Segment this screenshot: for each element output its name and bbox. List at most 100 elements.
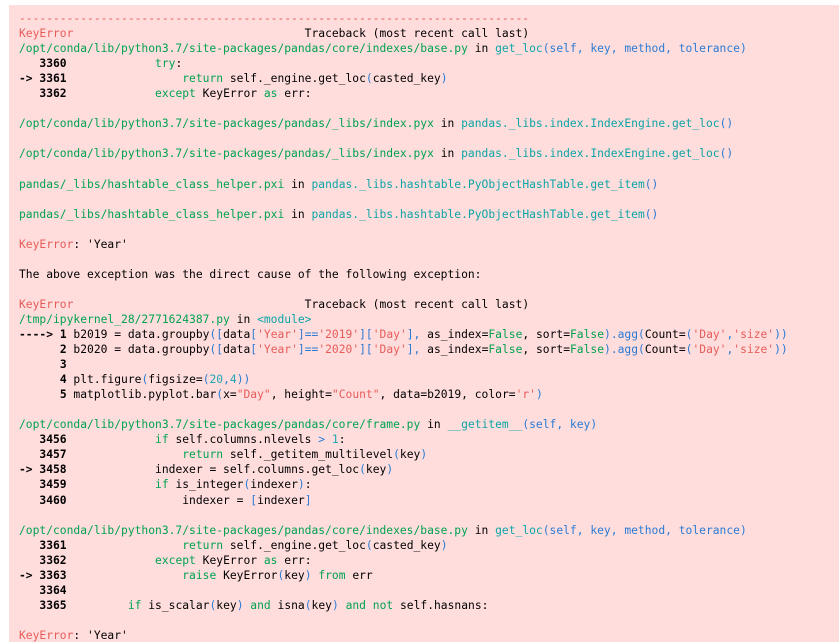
frame-function-name: get_loc [495,42,543,56]
paren-close: ) [440,72,448,86]
string-day-2: 'Day' [692,327,727,341]
code-expression: KeyError [216,568,278,582]
number-1: 1 [325,433,339,447]
code-arg: key [216,598,237,612]
paren-close: ) [297,478,305,492]
code-arg: casted_key [372,538,441,552]
keyword-if: if [127,598,142,612]
code-rest: : [175,57,183,71]
code-arg: key [284,568,305,582]
code-colon: : [304,87,312,101]
code-k: ( [638,327,645,341]
frame-function-name: get_loc [495,523,543,537]
code-e: ]== [297,343,319,357]
code-o: )) [774,343,788,357]
frame-function-name: <module> [257,312,312,326]
kwarg-x: x= [223,388,237,402]
line-number: 3458 [39,463,67,477]
string-day: "Day" [236,388,271,402]
code-expression: self.columns.nlevels [168,433,319,447]
string-day: 'Day' [372,343,407,357]
line-number: 3361 [39,538,67,552]
code-line-3360: 3360 try: [19,56,839,71]
exception-name: KeyError [19,297,74,311]
frame-function-name: pandas._libs.hashtable.PyObjectHashTable… [311,207,645,221]
frame-header-base-py-1: /opt/conda/lib/python3.7/site-packages/p… [19,41,839,56]
paren-open: ( [365,538,373,552]
paren-open-2: ( [304,598,312,612]
frame-header-index-pyx-1: /opt/conda/lib/python3.7/site-packages/p… [19,116,839,131]
final-exception-summary: KeyError: 'Year' [19,628,839,642]
frame-header-hashtable-1: pandas/_libs/hashtable_class_helper.pxi … [19,177,839,192]
frame-function-name: __getitem__ [447,418,523,432]
code-line-3361-b: 3361 return self._engine.get_loc(casted_… [19,538,839,553]
paren-close: ) [420,448,428,462]
tuple-open: ( [202,373,210,387]
code-g: ], [406,327,421,341]
string-count: "Count" [331,388,380,402]
paren-close: ) [236,598,244,612]
traceback-separator: ----------------------------------------… [19,11,839,26]
code-expression-3: self.hasnans [393,598,482,612]
frame-function-args: (self, key, method, tolerance) [542,523,747,537]
current-frame-arrow: ----> [19,327,60,341]
frame-function-args: () [719,147,734,161]
code-arg: indexer [257,493,305,507]
paren-close: )) [236,373,251,387]
code-j-paren: ).agg [604,327,639,341]
exception-value: : 'Year' [73,237,128,251]
code-expression: KeyError [195,553,264,567]
keyword-return: return [182,448,224,462]
line-number: 3 [59,358,67,372]
user-code-line-3: 3 [19,357,839,372]
code-expression: indexer = self.columns.get_loc [155,463,360,477]
frame-function-args: () [644,177,659,191]
line-number: 3364 [39,583,67,597]
keyword-raise: raise [182,568,217,582]
current-frame-arrow: -> [19,72,40,86]
string-year: 'Year' [257,343,298,357]
code-expression: self._engine.get_loc [223,72,366,86]
keyword-except: except [155,553,196,567]
keyword-return: return [182,72,224,86]
string-day: 'Day' [372,327,407,341]
chained-note-text: The above exception was the direct cause… [19,267,482,281]
code-line-3363-current: -> 3363 raise KeyError(key) from err [19,568,839,583]
code-line-3460: 3460 indexer = [indexer] [19,493,839,508]
code-a: matplotlib.pyplot.bar [66,388,217,402]
frame-file-path: /opt/conda/lib/python3.7/site-packages/p… [19,42,468,56]
header-spacer-1 [73,27,304,40]
code-line-3364: 3364 [19,583,839,598]
frame-header-index-pyx-2: /opt/conda/lib/python3.7/site-packages/p… [19,146,839,161]
code-j-paren: ).agg [604,343,639,357]
keyword-false-2: False [570,327,605,341]
frame-header-base-py-2: /opt/conda/lib/python3.7/site-packages/p… [19,523,839,538]
line-number: 3456 [39,433,67,447]
paren-close: ) [304,568,312,582]
code-expression: KeyError [195,87,264,101]
frame-file-path: pandas/_libs/hashtable_class_helper.pxi [19,207,285,221]
user-code-line-5: 5 matplotlib.pyplot.bar(x="Day", height=… [19,387,839,402]
line-number: 1 [59,327,67,341]
frame-in-keyword: in [467,42,496,56]
exception-name: KeyError [19,27,74,41]
user-code-line-4: 4 plt.figure(figsize=(20,4)) [19,372,839,387]
frame-function-name: pandas._libs.index.IndexEngine.get_loc [461,147,720,161]
code-expression: self._engine.get_loc [223,538,366,552]
keyword-not: not [365,598,394,612]
